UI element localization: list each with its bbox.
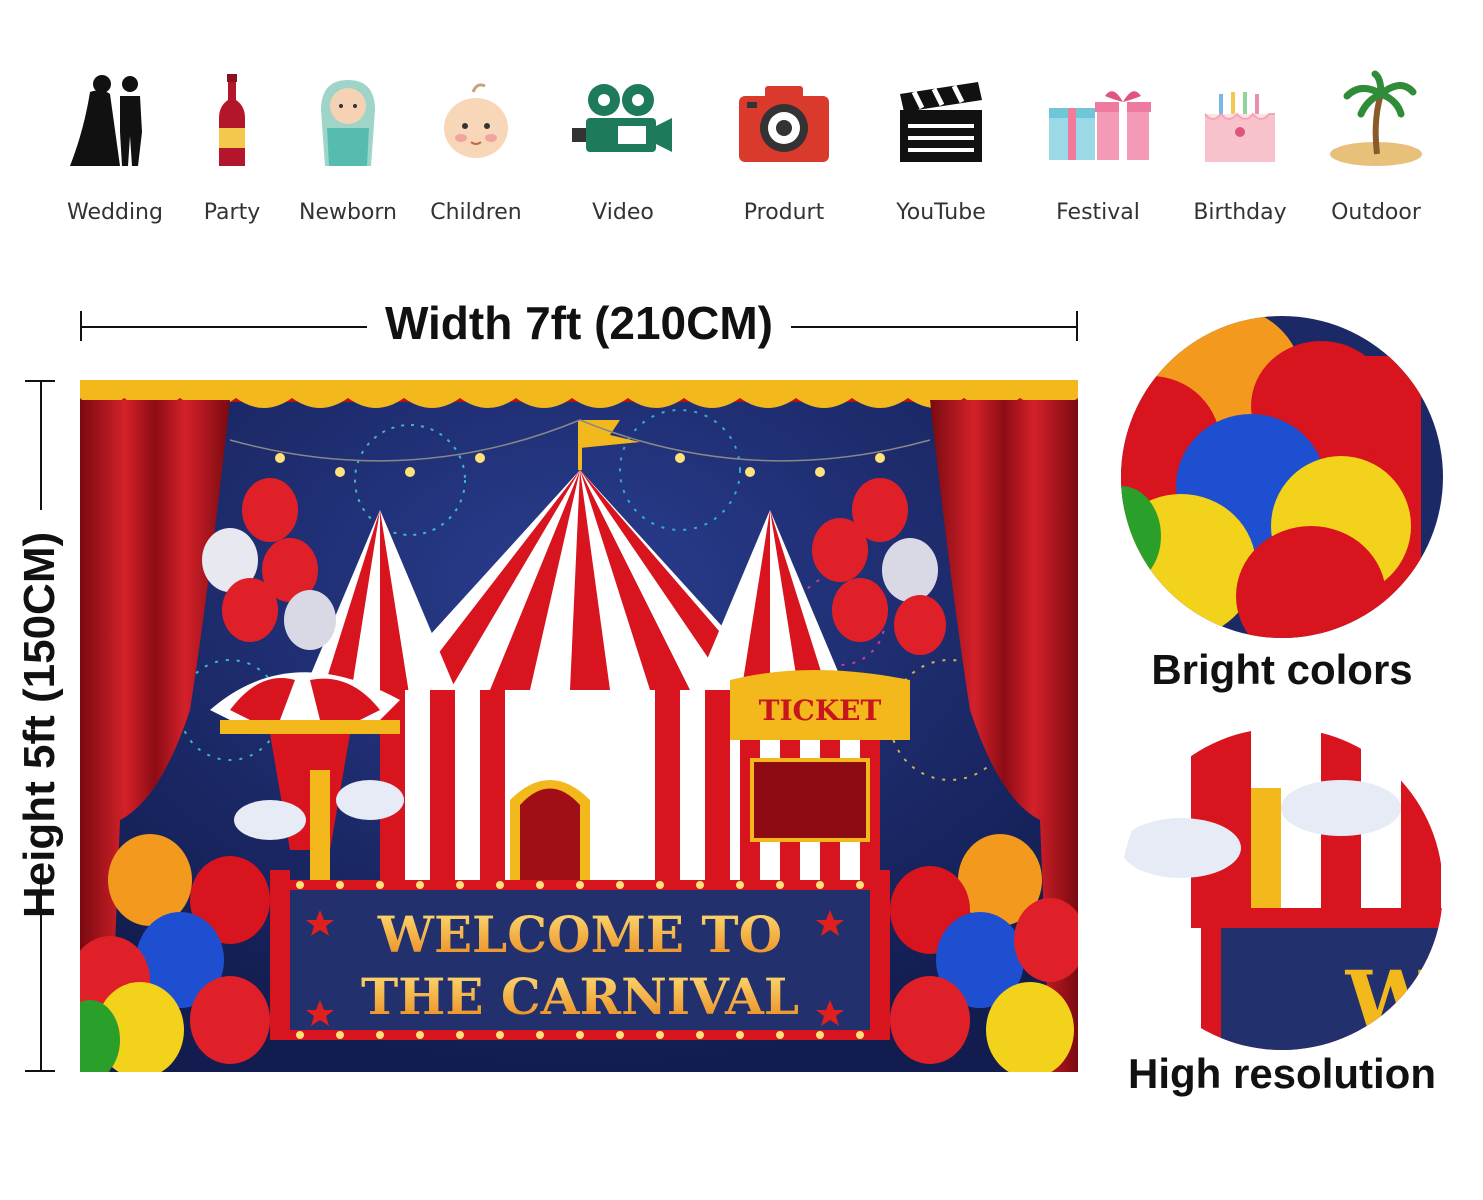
carnival-backdrop-image: TICKET WELCOME TO THE CARNIVAL: [80, 380, 1078, 1072]
use-item-newborn: Newborn: [278, 70, 418, 225]
use-item-outdoor: Outdoor: [1306, 70, 1446, 225]
gift-boxes-icon: [1049, 91, 1151, 160]
use-item-video: Video: [553, 70, 693, 225]
use-label: Festival: [1056, 200, 1140, 225]
use-label: Video: [592, 200, 654, 225]
bright-colors-zoom: [1121, 316, 1443, 638]
high-resolution-label: High resolution: [1128, 1050, 1436, 1097]
width-dimension: Width 7ft (210CM): [80, 296, 1078, 356]
zoom-sign-text: WE: [1345, 953, 1443, 1047]
welcome-sign: WELCOME TO THE CARNIVAL: [270, 870, 890, 1040]
use-item-festival: Festival: [1028, 70, 1168, 225]
use-label: Children: [430, 200, 522, 225]
width-label: Width 7ft (210CM): [366, 297, 791, 349]
use-label: Birthday: [1193, 200, 1287, 225]
bright-colors-label: Bright colors: [1151, 646, 1413, 693]
height-dimension: Height 5ft (150CM): [0, 380, 80, 1072]
use-cases-row: Wedding Party Newborn Children Video Pro…: [0, 70, 1483, 240]
ticket-text: TICKET: [759, 694, 882, 727]
use-item-children: Children: [406, 70, 546, 225]
use-label: Produrt: [743, 200, 825, 225]
sign-line-1: WELCOME TO: [377, 905, 782, 964]
use-item-youtube: YouTube: [871, 70, 1011, 225]
use-label: Outdoor: [1331, 200, 1421, 225]
birthday-cake-icon: [1204, 92, 1275, 162]
clapperboard-icon: [900, 82, 982, 162]
camera-icon: [739, 86, 829, 162]
palm-island-icon: [1330, 70, 1422, 166]
height-label: Height 5ft (150CM): [15, 531, 64, 919]
wedding-couple-icon: [70, 75, 142, 166]
wine-bottle-icon: [219, 74, 245, 166]
use-item-product: Produrt: [714, 70, 854, 225]
newborn-baby-icon: [321, 80, 375, 166]
child-face-icon: [444, 83, 508, 158]
use-label: YouTube: [896, 200, 986, 225]
sign-line-2: THE CARNIVAL: [361, 967, 799, 1026]
use-item-birthday: Birthday: [1170, 70, 1310, 225]
high-resolution-zoom: WE: [1121, 728, 1443, 1050]
video-camera-icon: [572, 84, 672, 152]
use-label: Newborn: [298, 200, 397, 225]
